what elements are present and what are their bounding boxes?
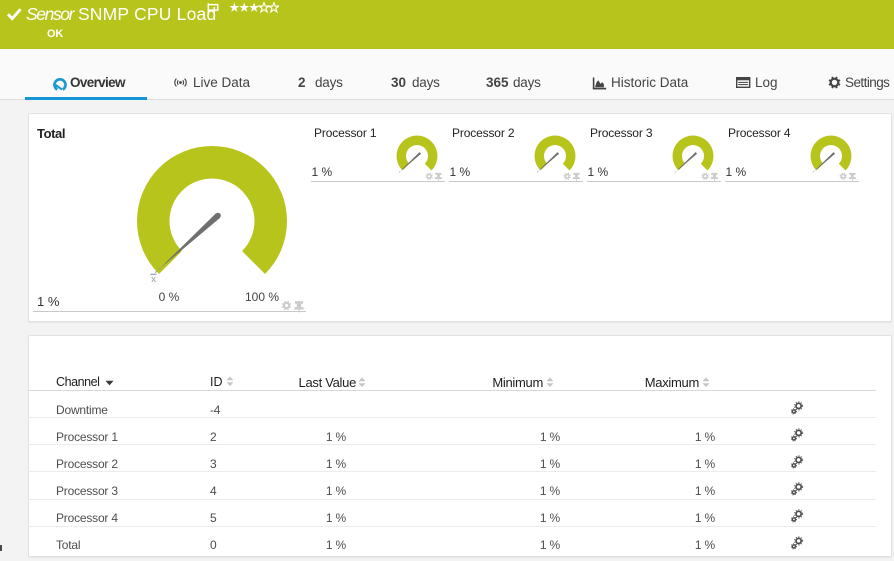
svg-text:x: x (151, 274, 156, 285)
